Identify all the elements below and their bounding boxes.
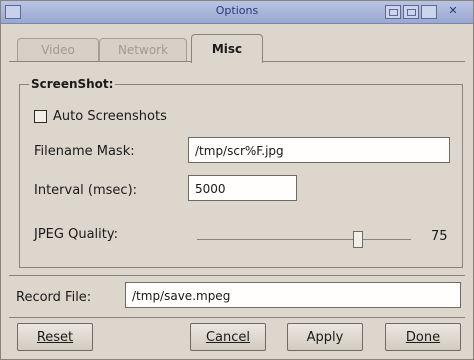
auto-screenshots-checkbox[interactable] (34, 110, 47, 123)
shade-icon[interactable] (421, 5, 437, 19)
screenshot-group-title: ScreenShot: (29, 77, 116, 91)
cancel-button-label: Cancel (205, 330, 251, 345)
separator (9, 317, 465, 318)
close-icon[interactable]: ✕ (446, 5, 460, 17)
tab-misc[interactable]: Misc (191, 34, 263, 63)
filename-mask-label: Filename Mask: (34, 144, 135, 159)
maximize-icon[interactable] (403, 5, 419, 19)
minimize-icon[interactable] (385, 5, 401, 19)
jpeg-quality-label: JPEG Quality: (34, 227, 118, 242)
filename-mask-input[interactable]: /tmp/scr%F.jpg (188, 137, 450, 163)
jpeg-quality-slider-handle[interactable] (353, 231, 363, 248)
separator (9, 275, 465, 276)
reset-button-label: Reset (36, 330, 74, 345)
title-bar[interactable]: Options ✕ (1, 1, 473, 24)
jpeg-quality-slider-track[interactable] (197, 239, 411, 240)
tab-network[interactable]: Network (99, 38, 187, 61)
auto-screenshots-row[interactable]: Auto Screenshots (34, 109, 167, 124)
apply-button[interactable]: Apply (287, 323, 363, 351)
record-file-input[interactable]: /tmp/save.mpeg (125, 282, 461, 308)
reset-button[interactable]: Reset (17, 323, 93, 351)
done-button[interactable]: Done (385, 323, 461, 351)
apply-button-label: Apply (306, 330, 344, 345)
jpeg-quality-value: 75 (431, 229, 448, 244)
options-window: Options ✕ Video Network Misc ScreenShot:… (0, 0, 474, 360)
auto-screenshots-label: Auto Screenshots (53, 109, 167, 124)
interval-label: Interval (msec): (34, 183, 138, 198)
tab-video[interactable]: Video (17, 38, 99, 61)
cancel-button[interactable]: Cancel (190, 323, 266, 351)
tab-bar: Video Network Misc (1, 24, 473, 63)
record-file-label: Record File: (16, 290, 92, 305)
done-button-label: Done (405, 330, 441, 345)
interval-input[interactable]: 5000 (188, 175, 297, 201)
